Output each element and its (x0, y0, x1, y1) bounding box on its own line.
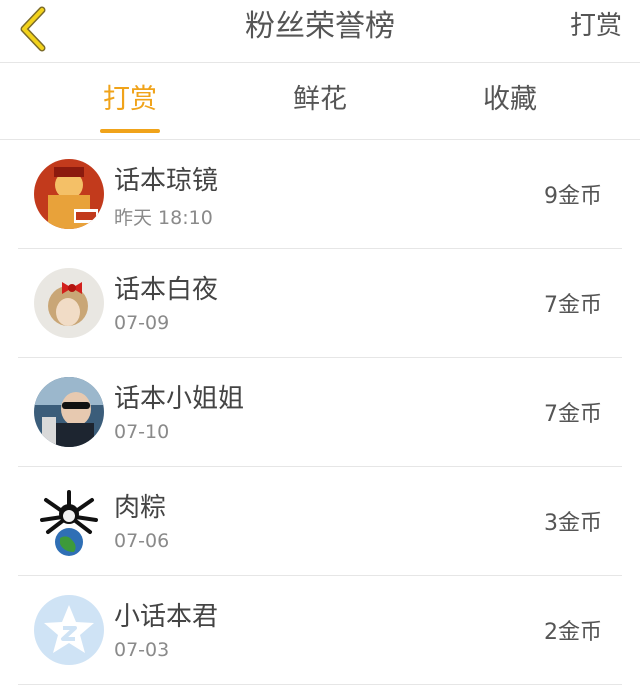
reward-amount: 3金币 (544, 511, 602, 536)
reward-amount: 7金币 (544, 402, 602, 427)
avatar (34, 595, 104, 665)
list-item[interactable]: 话本白夜 07-09 7金币 (18, 249, 622, 358)
avatar (34, 268, 104, 338)
tab-flowers[interactable]: 鲜花 (290, 63, 350, 139)
default-star-avatar-icon (34, 595, 104, 665)
user-name: 小话本君 (114, 602, 219, 632)
active-tab-indicator (100, 129, 160, 133)
list-item[interactable]: 肉粽 07-06 3金币 (18, 467, 622, 576)
user-name: 话本白夜 (114, 275, 219, 305)
list-item[interactable]: 话本小姐姐 07-10 7金币 (18, 358, 622, 467)
reward-amount: 7金币 (544, 293, 602, 318)
reward-time: 07-06 (114, 530, 170, 552)
user-name: 话本小姐姐 (114, 384, 245, 414)
page-title: 粉丝荣誉榜 (245, 9, 395, 44)
user-name: 肉粽 (114, 493, 167, 523)
avatar (34, 377, 104, 447)
top-bar: 粉丝荣誉榜 打赏 (0, 0, 640, 63)
reward-amount: 9金币 (544, 184, 602, 209)
list-item[interactable]: 话本琼镜 昨天 18:10 9金币 (18, 140, 622, 249)
tab-bar: 打赏 鲜花 收藏 (0, 63, 640, 140)
tab-reward-label: 打赏 (103, 84, 157, 115)
cartoon-globe-avatar-icon (34, 486, 104, 556)
reward-time: 07-03 (114, 639, 170, 661)
tab-reward[interactable]: 打赏 (100, 63, 160, 139)
red-costume-avatar-icon (34, 159, 104, 229)
sunglasses-person-avatar-icon (34, 377, 104, 447)
avatar (34, 486, 104, 556)
reward-time: 昨天 18:10 (114, 207, 213, 229)
tab-favorites-label: 收藏 (483, 84, 537, 115)
reward-action-button[interactable]: 打赏 (570, 0, 622, 62)
reward-amount: 2金币 (544, 620, 602, 645)
list-item[interactable]: 小话本君 07-03 2金币 (18, 576, 622, 685)
user-name: 话本琼镜 (114, 166, 219, 196)
reward-time: 07-10 (114, 421, 170, 443)
avatar (34, 159, 104, 229)
reward-time: 07-09 (114, 312, 170, 334)
tab-flowers-label: 鲜花 (293, 84, 347, 115)
fan-list: 话本琼镜 昨天 18:10 9金币 话本白夜 07-09 7金币 话本小姐姐 0… (0, 140, 640, 685)
girl-red-bow-avatar-icon (34, 268, 104, 338)
tab-favorites[interactable]: 收藏 (480, 63, 540, 139)
